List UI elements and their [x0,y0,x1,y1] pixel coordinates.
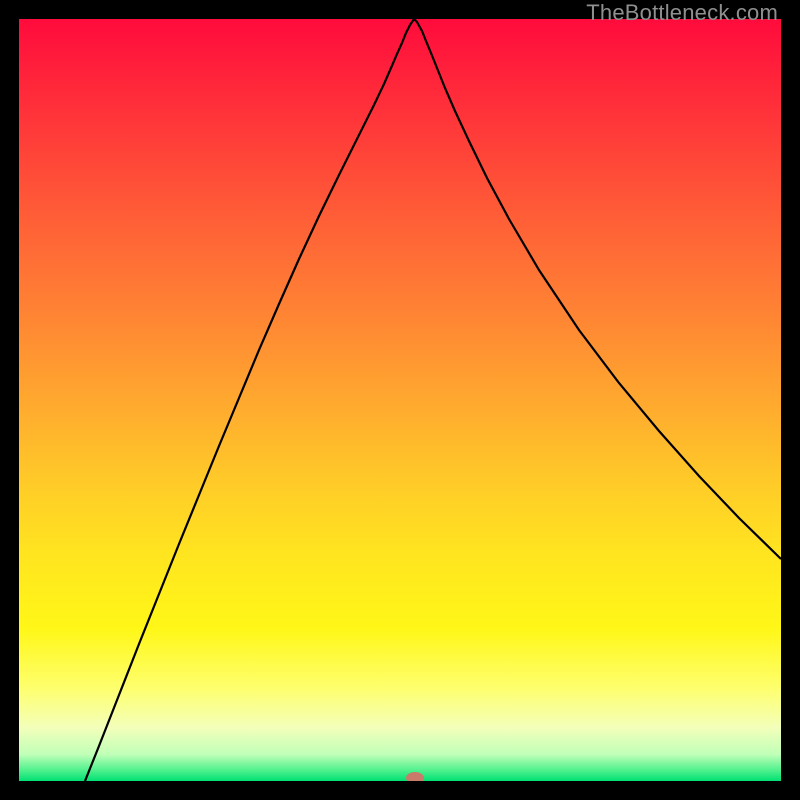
bottleneck-chart [19,19,781,781]
watermark-text: TheBottleneck.com [586,0,778,26]
chart-frame [19,19,781,781]
chart-background [19,19,781,781]
